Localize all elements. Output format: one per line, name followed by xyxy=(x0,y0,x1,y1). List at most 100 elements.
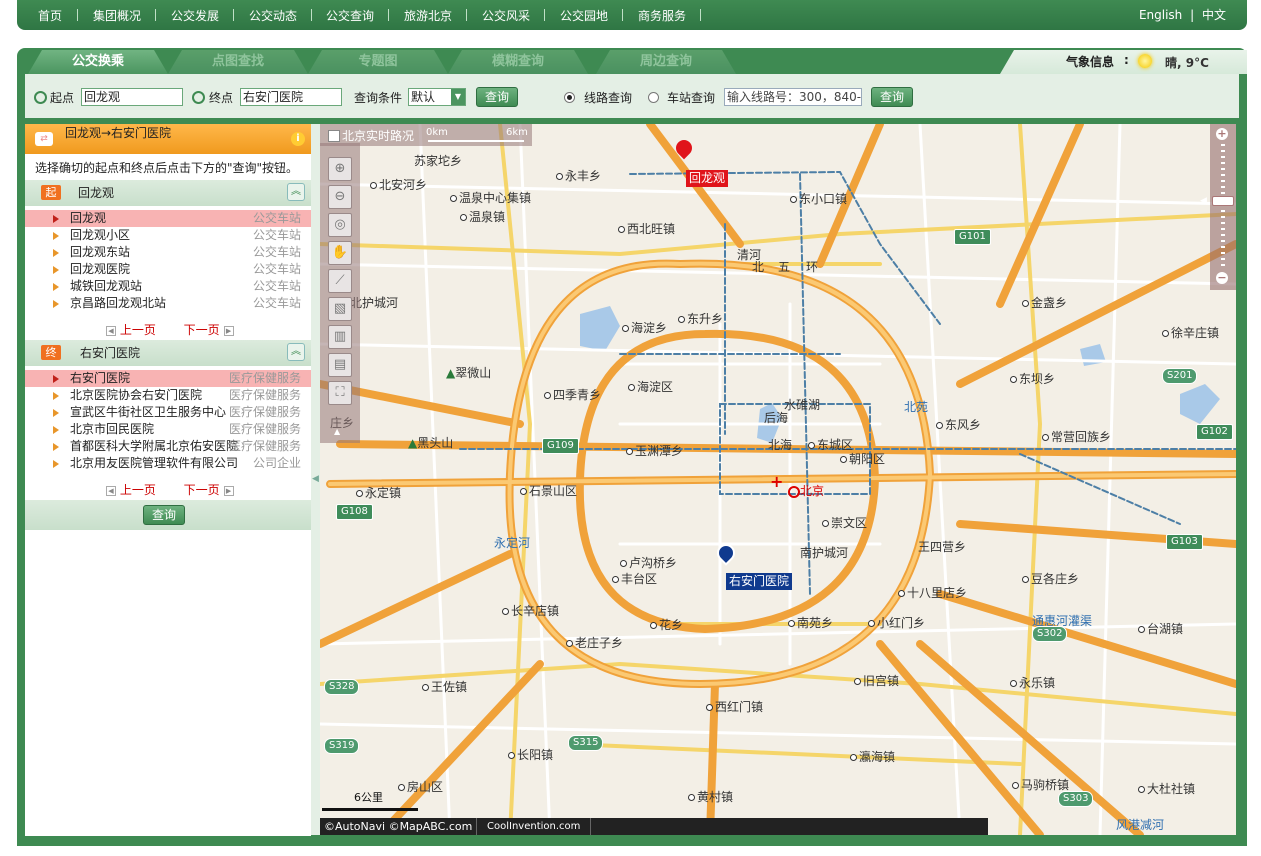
globe-tool-icon[interactable]: ◎ xyxy=(328,213,352,237)
place-dot-icon xyxy=(840,456,847,463)
result-list-item[interactable]: 城铁回龙观站 公交车站 xyxy=(25,278,311,295)
lang-separator: | xyxy=(1190,8,1195,22)
end-input[interactable]: 右安门医院 xyxy=(240,88,342,106)
zoom-in-tool-icon[interactable]: ⊕ xyxy=(328,157,352,181)
lang-chinese-link[interactable]: 中文 xyxy=(1202,8,1226,22)
pan-left-icon[interactable]: ◀ xyxy=(1200,196,1207,206)
copyright-bar: ©AutoNavi ©MapABC.com CoolInvention.com xyxy=(320,818,988,835)
capital-star-icon xyxy=(788,485,800,498)
weather-label: 气象信息 xyxy=(1066,55,1115,69)
nav-style-link[interactable]: 公交风采 xyxy=(482,7,530,24)
result-list-item[interactable]: 京昌路回龙观北站 公交车站 xyxy=(25,295,311,312)
tab-nearby-query[interactable]: 周边查询 xyxy=(596,50,736,74)
zoom-minus-icon[interactable]: − xyxy=(1216,272,1228,284)
info-icon[interactable]: i xyxy=(291,132,305,146)
route-query-radio[interactable] xyxy=(564,92,575,103)
arrow-right-icon xyxy=(53,392,59,400)
nav-home-link[interactable]: 首页 xyxy=(38,7,62,24)
place-dot-icon xyxy=(678,316,685,323)
map-label: 东风乡 xyxy=(936,416,981,433)
clear-tool-icon[interactable]: ▥ xyxy=(328,325,352,349)
weather-panel: 气象信息 : 晴, 9°C xyxy=(1000,50,1247,74)
copyright-text: ©AutoNavi ©MapABC.com xyxy=(324,820,473,833)
start-next-link[interactable]: 下一页 xyxy=(184,323,220,337)
result-list-item[interactable]: 回龙观 公交车站 xyxy=(25,210,311,227)
nav-query-link[interactable]: 公交查询 xyxy=(326,7,374,24)
end-pager: ◀ 上一页 下一页 ▶ xyxy=(106,481,234,498)
result-list-item[interactable]: 宣武区牛街社区卫生服务中心 医疗保健服务 xyxy=(25,404,311,421)
print-tool-icon[interactable]: ▤ xyxy=(328,353,352,377)
map-label: 石景山区 xyxy=(520,482,577,499)
end-prev-link[interactable]: 上一页 xyxy=(120,483,156,497)
map-label: 北海 xyxy=(768,438,793,452)
result-list-item[interactable]: 右安门医院 医疗保健服务 xyxy=(25,370,311,387)
result-list-item[interactable]: 首都医科大学附属北京佑安医院 医疗保健服务 xyxy=(25,438,311,455)
result-list-item[interactable]: 北京用友医院管理软件有限公司 公司企业 xyxy=(25,455,311,472)
start-prev-link[interactable]: 上一页 xyxy=(120,323,156,337)
tab-map-find[interactable]: 点图查找 xyxy=(168,50,308,74)
nav-news-link[interactable]: 公交动态 xyxy=(249,7,297,24)
zoom-slider[interactable]: + − xyxy=(1210,124,1236,290)
nav-business-link[interactable]: 商务服务 xyxy=(638,7,686,24)
result-list-item[interactable]: 北京市回民医院 医疗保健服务 xyxy=(25,421,311,438)
result-type: 公交车站 xyxy=(252,228,301,242)
nav-separator xyxy=(311,9,312,21)
search-button[interactable]: 查询 xyxy=(476,87,518,107)
place-dot-icon xyxy=(628,384,635,391)
place-dot-icon xyxy=(788,620,795,627)
map-label: 海淀区 xyxy=(628,378,673,395)
map-label: ▲黑头山 xyxy=(408,436,454,450)
zoom-plus-icon[interactable]: + xyxy=(1216,128,1228,140)
condition-value: 默认 xyxy=(411,90,436,104)
zoom-out-tool-icon[interactable]: ⊖ xyxy=(328,185,352,209)
zoom-track[interactable] xyxy=(1221,144,1225,268)
map-canvas[interactable]: 苏家坨乡 永丰乡 北安河乡 温泉中心集镇 温泉镇 西北旺镇 东小口镇 清河 北 … xyxy=(320,124,1236,835)
nav-garden-link[interactable]: 公交园地 xyxy=(560,7,608,24)
line-number-input[interactable]: 输入线路号：300，840- xyxy=(724,88,862,106)
map-label: 崇文区 xyxy=(822,514,867,531)
area-tool-icon[interactable]: ▧ xyxy=(328,297,352,321)
map-label: 北安河乡 xyxy=(370,176,427,193)
tab-theme-map[interactable]: 专题图 xyxy=(308,50,448,74)
lang-english-link[interactable]: English xyxy=(1139,8,1182,22)
traffic-checkbox[interactable] xyxy=(328,130,340,142)
highway-shield: S302 xyxy=(1032,626,1068,642)
highway-shield: G108 xyxy=(336,504,373,520)
panel-splitter[interactable]: ◀ xyxy=(311,124,320,835)
map-label: 温泉中心集镇 xyxy=(450,189,531,206)
map-label: 台湖镇 xyxy=(1138,620,1183,637)
place-dot-icon xyxy=(370,182,377,189)
toolbar-collapse-icon[interactable]: ▲ xyxy=(334,427,340,436)
measure-tool-icon[interactable]: ⟋ xyxy=(328,269,352,293)
line-search-button[interactable]: 查询 xyxy=(871,87,913,107)
nav-group-link[interactable]: 集团概况 xyxy=(93,7,141,24)
collapse-icon[interactable]: ︽ xyxy=(287,343,305,361)
result-list-item[interactable]: 北京医院协会右安门医院 医疗保健服务 xyxy=(25,387,311,404)
zoom-handle[interactable] xyxy=(1212,196,1234,206)
place-dot-icon xyxy=(1138,626,1145,633)
copyright-link[interactable]: CoolInvention.com xyxy=(476,818,592,835)
map-label: 东坝乡 xyxy=(1010,370,1055,387)
panel-query-button[interactable]: 查询 xyxy=(143,505,185,525)
place-dot-icon xyxy=(626,448,633,455)
station-query-radio[interactable] xyxy=(648,92,659,103)
end-next-link[interactable]: 下一页 xyxy=(184,483,220,497)
result-list-item[interactable]: 回龙观东站 公交车站 xyxy=(25,244,311,261)
map-label: 永定河 xyxy=(494,536,531,550)
highway-shield: G109 xyxy=(542,438,579,454)
collapse-icon[interactable]: ︽ xyxy=(287,183,305,201)
place-dot-icon xyxy=(1162,330,1169,337)
tab-transfer[interactable]: 公交换乘 xyxy=(28,50,168,74)
tab-fuzzy-query[interactable]: 模糊查询 xyxy=(448,50,588,74)
nav-separator xyxy=(388,9,389,21)
pan-hand-tool-icon[interactable]: ✋ xyxy=(328,241,352,265)
result-list-item[interactable]: 回龙观小区 公交车站 xyxy=(25,227,311,244)
map-label: 朝阳区 xyxy=(840,450,885,467)
start-input[interactable]: 回龙观 xyxy=(81,88,183,106)
nav-travel-link[interactable]: 旅游北京 xyxy=(404,7,452,24)
fullscreen-tool-icon[interactable]: ⛶ xyxy=(328,381,352,405)
result-list-item[interactable]: 回龙观医院 公交车站 xyxy=(25,261,311,278)
condition-select[interactable]: 默认 ▼ xyxy=(408,88,466,106)
nav-development-link[interactable]: 公交发展 xyxy=(171,7,219,24)
swap-icon[interactable]: ⇄ xyxy=(35,132,53,146)
